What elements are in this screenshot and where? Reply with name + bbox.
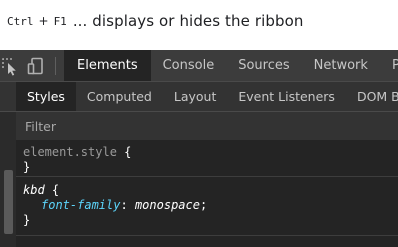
inspect-element-icon[interactable]: [0, 55, 21, 77]
styles-subtabs-bar: Styles Computed Layout Event Listeners D…: [0, 82, 398, 112]
filter-bar: [16, 112, 398, 140]
tab-styles[interactable]: Styles: [16, 82, 76, 111]
scrollbar-thumb[interactable]: [4, 170, 13, 234]
rule-header: kbd {: [23, 183, 398, 198]
tab-console[interactable]: Console: [151, 50, 227, 81]
rule-header: element.style {: [23, 145, 398, 160]
caption-text: ... displays or hides the ribbon: [72, 12, 304, 30]
rule-close-brace: }: [23, 213, 31, 227]
rule-element-style: element.style { }: [16, 140, 398, 177]
caption: Ctrl + F1 ... displays or hides the ribb…: [7, 8, 304, 34]
tab-network[interactable]: Network: [302, 50, 380, 81]
tab-event-listeners[interactable]: Event Listeners: [227, 82, 346, 111]
rule-selector[interactable]: kbd: [23, 183, 45, 197]
plus-sign: +: [38, 14, 49, 28]
declaration-font-family[interactable]: font-family: monospace;: [23, 198, 398, 213]
tab-sources[interactable]: Sources: [226, 50, 301, 81]
rule-open-brace: {: [124, 145, 132, 159]
declaration-colon: :: [120, 198, 128, 212]
filter-input[interactable]: [16, 112, 398, 140]
declaration-property[interactable]: font-family: [41, 198, 120, 212]
main-tabs: Elements Console Sources Network Perfo: [64, 50, 398, 81]
tab-elements[interactable]: Elements: [64, 50, 151, 81]
rule-kbd: kbd { font-family: monospace; }: [16, 178, 398, 236]
declaration-value[interactable]: monospace: [135, 198, 200, 212]
tab-computed[interactable]: Computed: [76, 82, 163, 111]
devtools-toolbar: Elements Console Sources Network Perfo: [0, 50, 398, 82]
devtools-panel: Elements Console Sources Network Perfo S…: [0, 50, 398, 247]
left-gutter: [0, 112, 16, 247]
rule-close-brace: }: [23, 160, 31, 174]
tab-layout[interactable]: Layout: [163, 82, 228, 111]
device-toggle-icon[interactable]: [25, 55, 47, 77]
kbd-ctrl: Ctrl: [7, 14, 34, 28]
toolbar-separator: [55, 57, 56, 75]
declaration-semicolon: ;: [199, 198, 208, 212]
tab-dom-breakpoints[interactable]: DOM Breakpoints: [346, 82, 398, 111]
tab-performance[interactable]: Perfo: [380, 50, 398, 81]
rule-open-brace: {: [51, 183, 60, 197]
style-rules: element.style { } kbd { font-family: mon…: [16, 140, 398, 247]
sub-tabs: Styles Computed Layout Event Listeners D…: [16, 82, 398, 111]
kbd-f1: F1: [53, 14, 67, 28]
rule-selector[interactable]: element.style: [23, 145, 117, 159]
